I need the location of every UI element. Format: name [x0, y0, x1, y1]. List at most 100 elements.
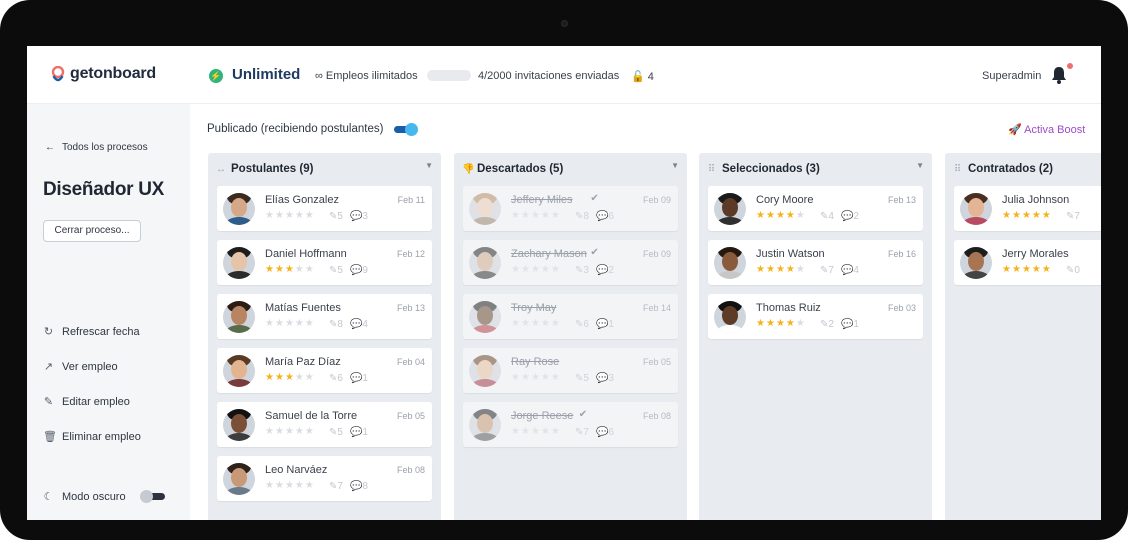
star-icon[interactable]: ★	[766, 210, 776, 221]
candidate-name[interactable]: Justin Watson	[756, 248, 825, 260]
star-icon[interactable]: ★	[305, 318, 315, 329]
candidate-card[interactable]: Jorge Reese ✔ Feb 08 ★★★★★ ✎7 💬6	[463, 402, 678, 447]
candidate-card[interactable]: Matías Fuentes Feb 13 ★★★★★ ✎8 💬4	[217, 294, 432, 339]
candidate-name[interactable]: Samuel de la Torre	[265, 410, 357, 422]
candidate-card[interactable]: Troy May Feb 14 ★★★★★ ✎6 💬1	[463, 294, 678, 339]
star-icon[interactable]: ★	[285, 480, 295, 491]
drag-handle-icon[interactable]: ⠿	[707, 164, 716, 175]
candidate-card[interactable]: Jeffery Miles ✔ Feb 09 ★★★★★ ✎8 💬6	[463, 186, 678, 231]
candidate-name[interactable]: Leo Narváez	[265, 464, 327, 476]
chevron-down-icon[interactable]: ▼	[671, 161, 679, 170]
candidate-card[interactable]: Jerry Morales ★★★★★ ✎0	[954, 240, 1101, 285]
star-icon[interactable]: ★	[531, 372, 541, 383]
candidate-name[interactable]: Daniel Hoffmann	[265, 248, 347, 260]
star-icon[interactable]: ★	[295, 264, 305, 275]
star-icon[interactable]: ★	[521, 372, 531, 383]
star-icon[interactable]: ★	[265, 372, 275, 383]
star-rating[interactable]: ★★★★★	[511, 264, 561, 275]
star-rating[interactable]: ★★★★★	[511, 372, 561, 383]
star-icon[interactable]: ★	[796, 318, 806, 329]
candidate-name[interactable]: Matías Fuentes	[265, 302, 341, 314]
star-icon[interactable]: ★	[796, 264, 806, 275]
star-icon[interactable]: ★	[275, 264, 285, 275]
star-icon[interactable]: ★	[285, 372, 295, 383]
logo[interactable]: getonboard	[51, 65, 156, 83]
star-icon[interactable]: ★	[531, 210, 541, 221]
star-icon[interactable]: ★	[541, 318, 551, 329]
star-icon[interactable]: ★	[776, 264, 786, 275]
candidate-name[interactable]: Troy May	[511, 302, 556, 314]
star-icon[interactable]: ★	[551, 264, 561, 275]
star-icon[interactable]: ★	[756, 264, 766, 275]
star-icon[interactable]: ★	[265, 480, 275, 491]
star-icon[interactable]: ★	[1012, 210, 1022, 221]
candidate-card[interactable]: Cory Moore Feb 13 ★★★★★ ✎4 💬2	[708, 186, 923, 231]
star-rating[interactable]: ★★★★★	[265, 318, 315, 329]
star-icon[interactable]: ★	[541, 372, 551, 383]
star-rating[interactable]: ★★★★★	[511, 426, 561, 437]
back-link[interactable]: ← Todos los procesos	[45, 142, 148, 153]
candidate-card[interactable]: Samuel de la Torre Feb 05 ★★★★★ ✎5 💬1	[217, 402, 432, 447]
star-rating[interactable]: ★★★★★	[265, 480, 315, 491]
candidate-name[interactable]: Thomas Ruiz	[756, 302, 821, 314]
star-icon[interactable]: ★	[1002, 210, 1012, 221]
star-rating[interactable]: ★★★★★	[265, 210, 315, 221]
star-rating[interactable]: ★★★★★	[756, 318, 806, 329]
bell-icon[interactable]	[1051, 66, 1067, 84]
star-icon[interactable]: ★	[766, 318, 776, 329]
star-icon[interactable]: ★	[305, 264, 315, 275]
view-job-link[interactable]: ↗ Ver empleo	[43, 360, 118, 374]
star-icon[interactable]: ★	[551, 210, 561, 221]
star-icon[interactable]: ★	[521, 318, 531, 329]
star-icon[interactable]: ★	[756, 210, 766, 221]
candidate-name[interactable]: María Paz Díaz	[265, 356, 341, 368]
star-rating[interactable]: ★★★★★	[756, 210, 806, 221]
refresh-date-link[interactable]: ↻ Refrescar fecha	[43, 325, 140, 339]
star-icon[interactable]: ★	[305, 426, 315, 437]
star-icon[interactable]: ★	[295, 426, 305, 437]
star-icon[interactable]: ★	[551, 372, 561, 383]
edit-job-link[interactable]: ✎ Editar empleo	[43, 395, 130, 409]
star-icon[interactable]: ★	[295, 210, 305, 221]
star-icon[interactable]: ★	[521, 264, 531, 275]
star-icon[interactable]: ★	[275, 318, 285, 329]
star-icon[interactable]: ★	[521, 210, 531, 221]
star-icon[interactable]: ★	[511, 372, 521, 383]
star-icon[interactable]: ★	[786, 210, 796, 221]
star-icon[interactable]: ★	[285, 318, 295, 329]
star-rating[interactable]: ★★★★★	[265, 264, 315, 275]
published-toggle[interactable]	[394, 123, 418, 136]
star-icon[interactable]: ★	[531, 318, 541, 329]
star-icon[interactable]: ★	[1042, 210, 1052, 221]
candidate-name[interactable]: Elías Gonzalez	[265, 194, 339, 206]
star-icon[interactable]: ★	[756, 318, 766, 329]
star-icon[interactable]: ★	[265, 210, 275, 221]
delete-job-link[interactable]: 🗑 Eliminar empleo	[43, 430, 141, 444]
dark-mode-toggle[interactable]	[140, 490, 165, 503]
chevron-down-icon[interactable]: ▼	[916, 161, 924, 170]
star-icon[interactable]: ★	[541, 210, 551, 221]
candidate-card[interactable]: Thomas Ruiz Feb 03 ★★★★★ ✎2 💬1	[708, 294, 923, 339]
candidate-card[interactable]: María Paz Díaz Feb 04 ★★★★★ ✎6 💬1	[217, 348, 432, 393]
star-icon[interactable]: ★	[776, 318, 786, 329]
star-icon[interactable]: ★	[285, 264, 295, 275]
star-rating[interactable]: ★★★★★	[1002, 264, 1052, 275]
drag-handle-icon[interactable]: ⠿	[953, 164, 962, 175]
star-icon[interactable]: ★	[786, 264, 796, 275]
star-icon[interactable]: ★	[1022, 210, 1032, 221]
candidate-card[interactable]: Elías Gonzalez Feb 11 ★★★★★ ✎5 💬3	[217, 186, 432, 231]
star-rating[interactable]: ★★★★★	[511, 318, 561, 329]
candidate-name[interactable]: Julia Johnson	[1002, 194, 1069, 206]
candidate-card[interactable]: Daniel Hoffmann Feb 12 ★★★★★ ✎5 💬9	[217, 240, 432, 285]
star-icon[interactable]: ★	[551, 426, 561, 437]
star-icon[interactable]: ★	[511, 318, 521, 329]
candidate-card[interactable]: Julia Johnson ★★★★★ ✎7	[954, 186, 1101, 231]
user-menu[interactable]: Superadmin	[982, 70, 1041, 82]
star-icon[interactable]: ★	[305, 480, 315, 491]
star-icon[interactable]: ★	[275, 210, 285, 221]
candidate-card[interactable]: Justin Watson Feb 16 ★★★★★ ✎7 💬4	[708, 240, 923, 285]
star-icon[interactable]: ★	[511, 210, 521, 221]
star-icon[interactable]: ★	[541, 264, 551, 275]
candidate-name[interactable]: Zachary Mason	[511, 248, 587, 260]
star-icon[interactable]: ★	[285, 210, 295, 221]
